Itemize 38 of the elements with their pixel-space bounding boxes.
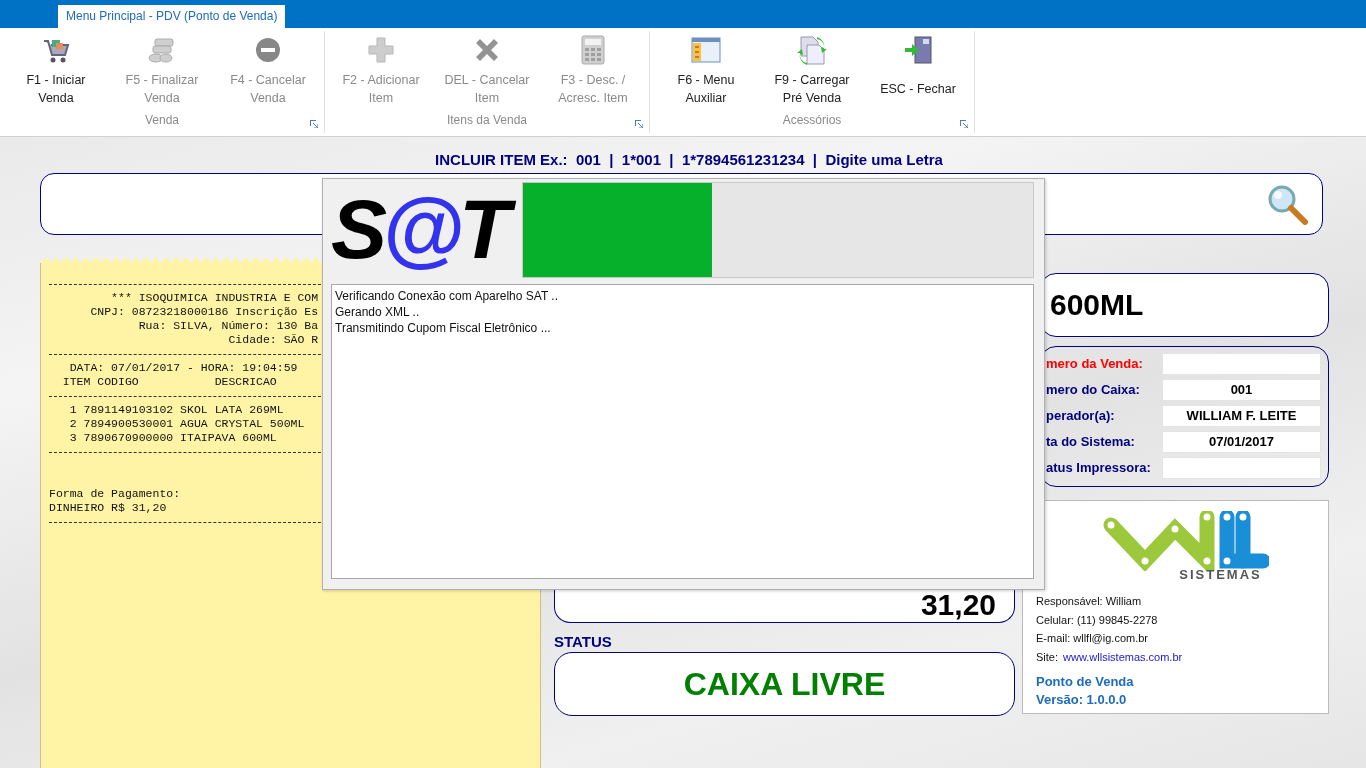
info-label: atus Impressora:: [1046, 459, 1152, 477]
receipt-line: DATA: 07/01/2017 - HORA: 19:04:59: [68, 361, 298, 375]
info-label: ta do Sistema:: [1046, 433, 1136, 451]
info-value-field: 001: [1162, 379, 1321, 401]
group-label: Itens da Venda: [446, 113, 528, 129]
receipt-line: Cidade: SÃO R: [227, 333, 319, 347]
status-text: CAIXA LIVRE: [683, 665, 886, 703]
info-label: mero do Caixa:: [1046, 381, 1141, 399]
product-title: Ponto de Venda: [1036, 673, 1134, 691]
contact-line: Responsável: William: [1036, 594, 1142, 609]
group-label: Venda: [144, 113, 179, 129]
info-value-field: WILLIAM F. LEITE: [1162, 405, 1321, 427]
log-line: Transmitindo Cupom Fiscal Eletrônico ...: [335, 320, 551, 336]
item-entry-hint: INCLUIR ITEM Ex.: 001 | 1*001 | 1*7894561231234 | Digite uma Letra: [435, 151, 943, 168]
receipt-line: 1 7891149103102 SKOL LATA 269ML: [68, 403, 284, 417]
info-label: mero da Venda:: [1046, 355, 1144, 373]
log-line: Verificando Conexão com Aparelho SAT ..: [335, 288, 559, 304]
info-value-field: 07/01/2017: [1162, 431, 1321, 453]
product-name: 600ML: [1050, 288, 1144, 322]
receipt-line: CNPJ: 08723218000186 Inscrição Es: [89, 305, 319, 319]
version-text: Versão: 1.0.0.0: [1036, 691, 1127, 709]
info-label: perador(a):: [1046, 407, 1116, 425]
receipt-line: 3 7890670900000 ITAIPAVA 600ML: [68, 431, 277, 445]
logo-subtitle: SISTEMAS: [1179, 567, 1262, 582]
sat-logo: S@T: [331, 181, 511, 278]
contact-line: Celular: (11) 99845-2278: [1036, 612, 1158, 628]
receipt-line: Rua: SILVA, Número: 130 Ba: [137, 319, 319, 333]
status-label: STATUS: [554, 634, 613, 650]
receipt-line: *** ISOQUIMICA INDUSTRIA E COM: [110, 291, 319, 305]
receipt-line: 2 7894900530001 AGUA CRYSTAL 500ML: [68, 417, 305, 431]
receipt-line: Forma de Pagamento:: [49, 487, 181, 501]
receipt-line: ITEM CODIGO DESCRICAO: [61, 375, 277, 389]
total-amount: 31,20: [920, 590, 996, 620]
contact-line: E-mail: wllfl@ig.com.br: [1036, 631, 1148, 646]
log-line: Gerando XML ..: [335, 304, 420, 320]
receipt-line: DINHEIRO R$ 31,20: [49, 501, 167, 515]
group-label: Acessórios: [782, 113, 842, 129]
contact-label: Site:: [1036, 649, 1058, 665]
